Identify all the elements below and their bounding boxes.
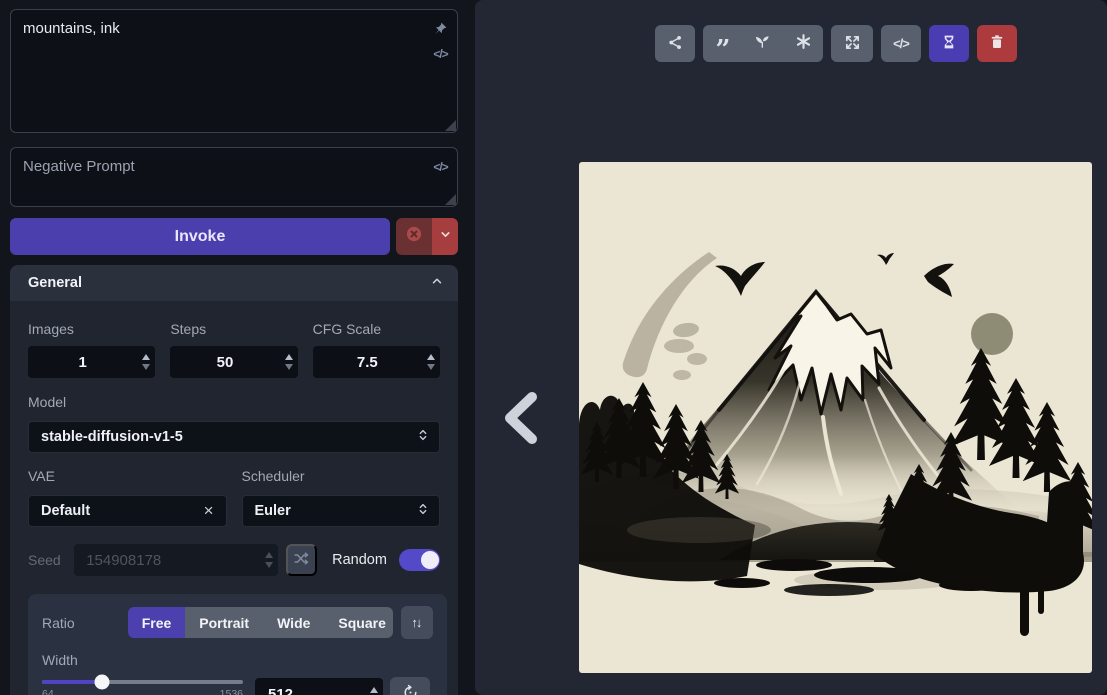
- ratio-segmented-control: Free Portrait Wide Square: [128, 607, 393, 638]
- vae-label: VAE: [28, 468, 55, 484]
- stepper-up-icon[interactable]: [265, 552, 273, 558]
- images-stepper[interactable]: [137, 346, 155, 378]
- vae-select[interactable]: Default ×: [28, 495, 227, 527]
- chevron-down-icon: [439, 228, 452, 246]
- generated-image[interactable]: [579, 162, 1092, 673]
- recall-button-group: ”: [703, 25, 823, 62]
- slider-thumb[interactable]: [95, 675, 110, 690]
- toggle-knob: [421, 551, 439, 569]
- prompt-code-icon[interactable]: </>: [432, 45, 449, 62]
- chevron-up-icon: [430, 274, 444, 293]
- resize-handle[interactable]: [445, 194, 456, 205]
- scheduler-select[interactable]: Euler: [242, 495, 441, 527]
- steps-input[interactable]: 50: [170, 346, 297, 378]
- steps-stepper[interactable]: [280, 346, 298, 378]
- ratio-option-square[interactable]: Square: [324, 607, 392, 638]
- stepper-down-icon[interactable]: [427, 364, 435, 370]
- hourglass-icon: [941, 34, 957, 53]
- invoke-button[interactable]: Invoke: [10, 218, 390, 255]
- negative-code-icon[interactable]: </>: [432, 158, 449, 175]
- expand-icon: [844, 34, 861, 54]
- steps-label: Steps: [170, 321, 206, 337]
- use-seed-button[interactable]: [743, 25, 783, 62]
- size-panel: Ratio Free Portrait Wide Square ↑↓ Width: [28, 594, 447, 695]
- general-accordion-header[interactable]: General: [10, 265, 458, 301]
- stepper-down-icon[interactable]: [265, 562, 273, 568]
- model-label: Model: [28, 394, 66, 410]
- general-accordion: General Images 1 Steps 50: [10, 265, 458, 695]
- code-icon: </>: [893, 36, 909, 51]
- share-icon: [667, 34, 684, 54]
- image-viewer-panel: ” </>: [475, 0, 1107, 695]
- clear-vae-icon[interactable]: ×: [200, 501, 218, 521]
- reset-icon: [402, 684, 419, 695]
- circle-x-icon: [404, 224, 424, 249]
- negative-prompt-textarea[interactable]: Negative Prompt </>: [10, 147, 458, 207]
- sun: [971, 313, 1013, 355]
- cfg-stepper[interactable]: [422, 346, 440, 378]
- width-min-label: 64: [42, 688, 54, 695]
- prompt-text: mountains, ink: [23, 20, 120, 37]
- cancel-button-group: [396, 218, 458, 255]
- ratio-option-free[interactable]: Free: [128, 607, 186, 638]
- random-toggle[interactable]: [399, 549, 440, 571]
- reset-width-button[interactable]: [390, 677, 430, 695]
- chevron-updown-icon: [415, 427, 431, 448]
- ratio-option-wide[interactable]: Wide: [263, 607, 324, 638]
- asterisk-icon: [795, 33, 812, 55]
- width-input[interactable]: 512: [255, 678, 383, 695]
- delete-image-button[interactable]: [977, 25, 1017, 62]
- seed-label: Seed: [28, 552, 65, 568]
- width-stepper[interactable]: [365, 678, 383, 695]
- slider-fill: [42, 680, 102, 684]
- swap-dimensions-button[interactable]: ↑↓: [401, 606, 433, 639]
- stepper-up-icon[interactable]: [370, 687, 378, 693]
- width-max-label: 1536: [220, 688, 243, 695]
- stepper-up-icon[interactable]: [285, 354, 293, 360]
- seed-input[interactable]: 154908178: [74, 544, 278, 576]
- chevron-left-icon: [499, 390, 541, 449]
- queue-button[interactable]: [929, 25, 969, 62]
- general-accordion-body: Images 1 Steps 50 CFG Scale: [10, 301, 458, 695]
- chevron-updown-icon: [415, 501, 431, 522]
- seedling-icon: [754, 32, 772, 55]
- pin-icon[interactable]: [432, 20, 449, 37]
- images-label: Images: [28, 321, 74, 337]
- hide-panel-button[interactable]: [490, 383, 550, 455]
- cancel-button[interactable]: [396, 218, 432, 255]
- cfg-scale-label: CFG Scale: [313, 321, 381, 337]
- swap-axes-icon: ↑↓: [411, 615, 422, 630]
- share-button[interactable]: [655, 25, 695, 62]
- general-title: General: [28, 275, 82, 291]
- model-select[interactable]: stable-diffusion-v1-5: [28, 421, 440, 453]
- stepper-up-icon[interactable]: [427, 354, 435, 360]
- viewer-toolbar: ” </>: [655, 25, 1017, 62]
- stepper-down-icon[interactable]: [285, 364, 293, 370]
- quote-icon: ”: [716, 33, 731, 55]
- prompt-textarea[interactable]: mountains, ink </>: [10, 9, 458, 133]
- invokeai-app: mountains, ink </> Negative Prompt </> I…: [0, 0, 1107, 695]
- stepper-down-icon[interactable]: [142, 364, 150, 370]
- upscale-button[interactable]: [831, 25, 873, 62]
- use-all-button[interactable]: [783, 25, 823, 62]
- ratio-option-portrait[interactable]: Portrait: [185, 607, 263, 638]
- cfg-scale-input[interactable]: 7.5: [313, 346, 440, 378]
- width-slider[interactable]: [42, 680, 243, 684]
- stepper-up-icon[interactable]: [142, 354, 150, 360]
- scheduler-label: Scheduler: [242, 468, 305, 484]
- random-label: Random: [332, 552, 387, 568]
- shuffle-icon: [293, 550, 310, 570]
- images-input[interactable]: 1: [28, 346, 155, 378]
- trash-icon: [989, 34, 1005, 53]
- shuffle-seed-button[interactable]: [286, 544, 317, 576]
- use-prompt-button[interactable]: ”: [703, 25, 743, 62]
- metadata-button[interactable]: </>: [881, 25, 921, 62]
- seed-stepper[interactable]: [260, 544, 278, 576]
- width-label: Width: [42, 652, 243, 668]
- ratio-label: Ratio: [42, 615, 128, 631]
- negative-prompt-placeholder: Negative Prompt: [23, 158, 135, 175]
- cancel-dropdown-button[interactable]: [432, 218, 458, 255]
- resize-handle[interactable]: [445, 120, 456, 131]
